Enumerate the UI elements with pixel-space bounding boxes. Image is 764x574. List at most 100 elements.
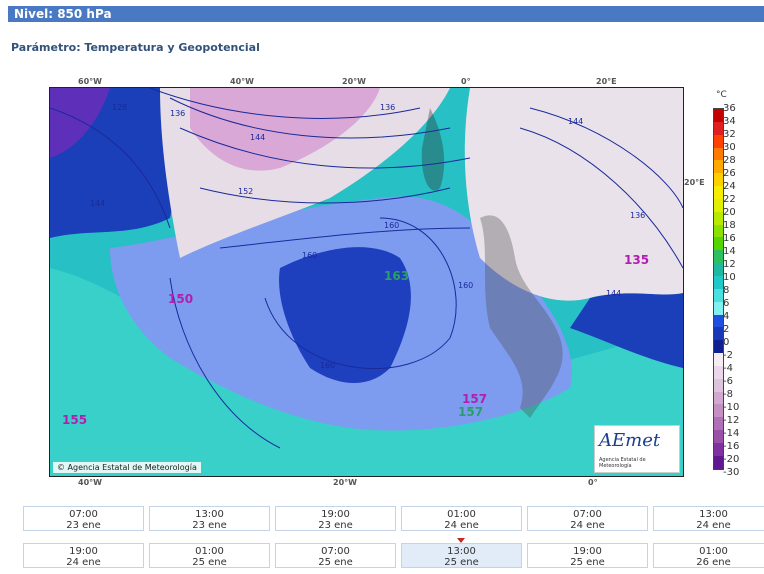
time-step-time: 19:00 [573,546,602,557]
lon-label-bottom-3: 0° [588,478,598,487]
contour-label-10: 160 [320,361,335,370]
colorbar-swatch [714,404,723,418]
colorbar-label: 30 [723,142,736,153]
time-step-date: 23 ene [318,520,353,531]
colorbar-swatch [714,211,723,225]
colorbar-swatch [714,417,723,431]
colorbar-swatch [714,365,723,379]
colorbar-label: 12 [723,259,736,270]
colorbar-label: -30 [723,467,740,478]
parameter-title: Parámetro: Temperatura y Geopotencial [11,41,260,54]
colorbar-label: 36 [723,103,736,114]
lon-label-top-1: 60°W [78,77,102,86]
colorbar-label: 0 [723,337,730,348]
colorbar-label: 4 [723,311,730,322]
lon-label-bottom-2: 20°W [333,478,357,487]
time-step-date: 24 ene [696,520,731,531]
colorbar-label: -10 [723,402,740,413]
center-label-6: 135 [624,253,649,267]
colorbar-label: 14 [723,246,736,257]
colorbar-swatch [714,109,723,122]
time-step-date: 23 ene [192,520,227,531]
time-step-date: 25 ene [444,557,479,568]
time-step-6[interactable]: 19:00 24 ene [23,543,144,568]
colorbar-label: 32 [723,129,736,140]
colorbar-swatch [714,391,723,405]
copyright-text: Agencia Estatal de Meteorología [67,463,197,472]
colorbar-label: -16 [723,441,740,452]
colorbar-label: 26 [723,168,736,179]
colorbar-swatch [714,134,723,148]
time-step-time: 19:00 [69,546,98,557]
contour-label-9: 160 [458,281,473,290]
lat-label-right: 20°E [684,178,705,187]
colorbar-label: -12 [723,415,740,426]
map-svg: 128 136 136 144 144 152 144 160 160 160 … [50,88,683,476]
time-step-11[interactable]: 01:00 26 ene [653,543,764,568]
colorbar-swatch [714,121,723,135]
colorbar-label: -6 [723,376,733,387]
contour-label-11: 160 [302,251,317,260]
time-step-7[interactable]: 01:00 25 ene [149,543,270,568]
weather-map[interactable]: 128 136 136 144 144 152 144 160 160 160 … [49,87,684,477]
colorbar-swatch [714,160,723,174]
colorbar-unit: °C [716,90,727,100]
time-step-5[interactable]: 13:00 24 ene [653,506,764,531]
time-step-time: 07:00 [573,509,602,520]
logo-subtitle: Agencia Estatal de Meteorología [599,457,646,469]
time-step-date: 25 ene [570,557,605,568]
colorbar-label: 8 [723,285,730,296]
colorbar-label: 6 [723,298,730,309]
aemet-logo: AEmet Agencia Estatal de Meteorología [594,425,680,473]
time-step-9[interactable]: 13:00 25 ene [401,543,522,568]
colorbar-swatch [714,147,723,161]
time-step-3[interactable]: 01:00 24 ene [401,506,522,531]
time-step-4[interactable]: 07:00 24 ene [527,506,648,531]
colorbar-swatch [714,224,723,238]
contour-label-7: 144 [568,117,583,126]
contour-label-5: 144 [90,199,105,208]
time-step-date: 24 ene [66,557,101,568]
colorbar-label: 2 [723,324,730,335]
colorbar-label: -8 [723,389,733,400]
colorbar-swatch [714,455,723,469]
lon-label-bottom-1: 40°W [78,478,102,487]
time-step-date: 25 ene [318,557,353,568]
colorbar-swatch [714,288,723,302]
time-step-2[interactable]: 19:00 23 ene [275,506,396,531]
time-step-time: 07:00 [321,546,350,557]
colorbar-label: 20 [723,207,736,218]
colorbar-swatch [714,173,723,187]
colorbar-label: -4 [723,363,733,374]
time-step-date: 25 ene [192,557,227,568]
colorbar-swatch [714,198,723,212]
logo-mark: AEmet [599,430,661,451]
contour-label-12: 144 [606,289,621,298]
lon-label-top-4: 0° [461,77,471,86]
time-step-date: 23 ene [66,520,101,531]
time-step-1[interactable]: 13:00 23 ene [149,506,270,531]
contour-label-2: 136 [170,109,185,118]
colorbar-label: 34 [723,116,736,127]
contour-label-13: 136 [630,211,645,220]
center-label-1: 150 [168,292,193,306]
time-step-time: 19:00 [321,509,350,520]
time-step-0[interactable]: 07:00 23 ene [23,506,144,531]
center-label-3: 163 [384,269,409,283]
colorbar-swatch [714,442,723,456]
colorbar-label: 22 [723,194,736,205]
time-step-date: 24 ene [570,520,605,531]
lon-label-top-2: 40°W [230,77,254,86]
colorbar-label: 10 [723,272,736,283]
time-step-time: 13:00 [195,509,224,520]
colorbar-label: 18 [723,220,736,231]
lon-label-top-3: 20°W [342,77,366,86]
time-step-time: 13:00 [447,546,476,557]
time-step-10[interactable]: 19:00 25 ene [527,543,648,568]
center-label-5: 157 [458,405,483,419]
colorbar-label: 24 [723,181,736,192]
time-step-8[interactable]: 07:00 25 ene [275,543,396,568]
colorbar-swatch [714,430,723,443]
colorbar-label: -2 [723,350,733,361]
time-step-time: 01:00 [195,546,224,557]
